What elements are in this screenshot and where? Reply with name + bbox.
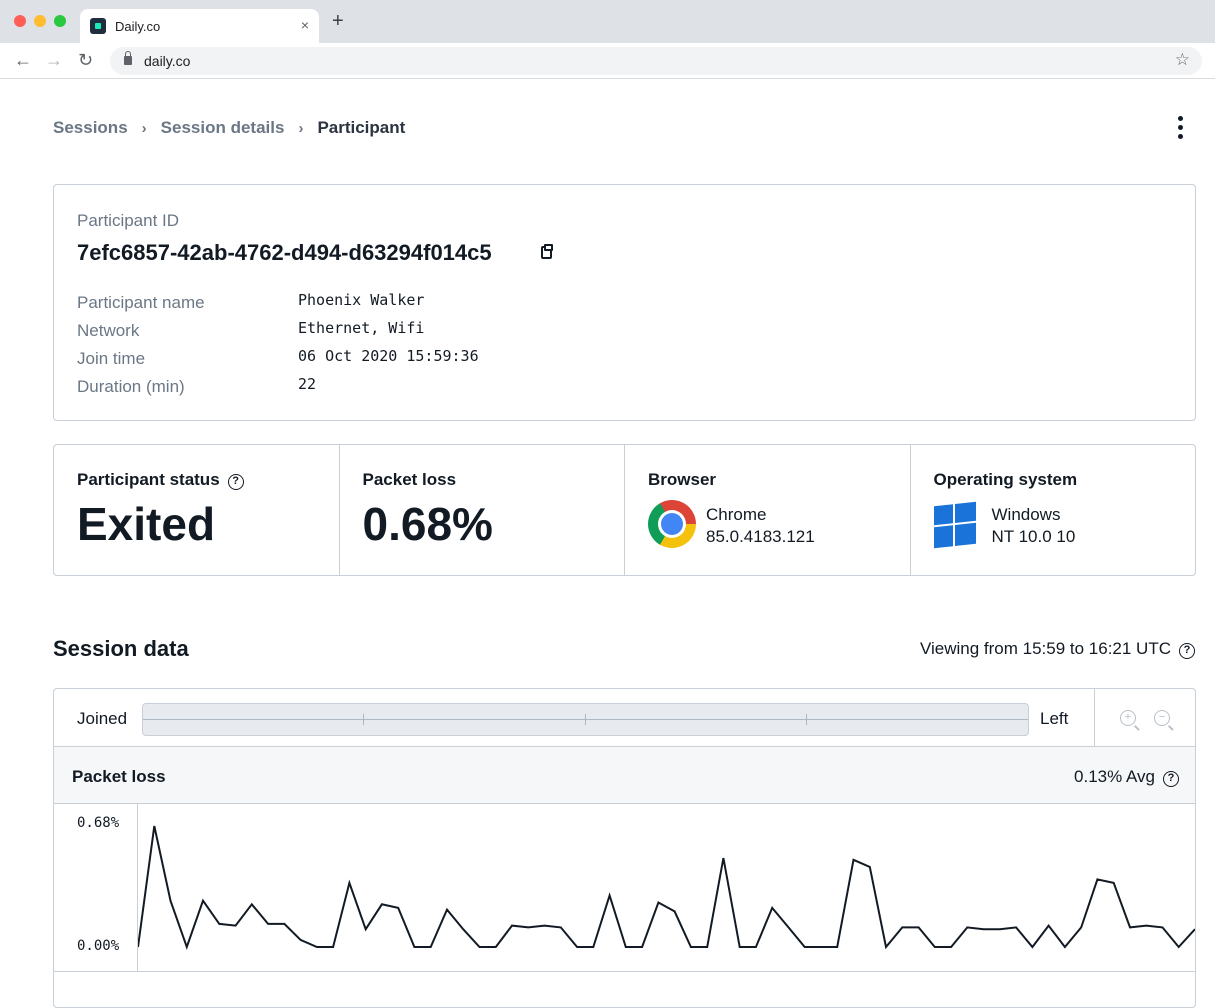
- tab-close-icon[interactable]: ×: [301, 17, 309, 33]
- session-data-title: Session data: [53, 636, 189, 661]
- reload-icon[interactable]: ↻: [78, 49, 93, 71]
- packet-loss-chart-title: Packet loss: [72, 767, 166, 786]
- browser-name: Chrome: [706, 505, 767, 524]
- tab-title: Daily.co: [115, 19, 161, 34]
- packet-loss-chart-header: Packet loss 0.13% Avg?: [54, 747, 1195, 804]
- zoom-controls: + −: [1094, 689, 1195, 747]
- lock-icon[interactable]: [124, 51, 132, 65]
- zoom-in-icon[interactable]: +: [1120, 710, 1136, 726]
- os-name: Windows: [991, 505, 1061, 524]
- packet-loss-chart-plot: [138, 825, 1195, 951]
- detail-key: Duration (min): [77, 377, 185, 396]
- detail-row: Join time 06 Oct 2020 15:59:36: [77, 347, 877, 375]
- breadcrumb-session-details-link[interactable]: Session details: [161, 118, 285, 138]
- browser-toolbar: ← → ↻ daily.co ☆: [0, 43, 1215, 79]
- participant-id-value: 7efc6857-42ab-4762-d494-d63294f014c5: [77, 240, 492, 265]
- detail-row: Participant name Phoenix Walker: [77, 291, 877, 319]
- timeline-joined-label: Joined: [77, 709, 128, 728]
- close-window-button[interactable]: [14, 15, 26, 27]
- browser-version: 85.0.4183.121: [706, 527, 815, 546]
- detail-value: Phoenix Walker: [298, 291, 425, 309]
- packet-loss-stat: Packet loss 0.68%: [340, 445, 625, 575]
- help-icon[interactable]: ?: [1163, 771, 1179, 787]
- browser-tab-bar: Daily.co × +: [0, 0, 1215, 43]
- browser-stat: Browser Chrome 85.0.4183.121: [625, 445, 911, 575]
- session-data-card: Joined Left + − Packet loss 0.13% Avg? 0…: [53, 688, 1196, 1008]
- os-stat: Operating system Windows NT 10.0 10: [911, 445, 1196, 575]
- windows-icon: [933, 500, 976, 549]
- detail-key: Join time: [77, 349, 146, 368]
- os-info: Windows NT 10.0 10: [992, 504, 1076, 548]
- detail-row: Network Ethernet, Wifi: [77, 319, 877, 347]
- browser-info: Chrome 85.0.4183.121: [706, 504, 815, 548]
- help-icon[interactable]: ?: [1179, 643, 1195, 659]
- new-tab-button[interactable]: +: [332, 11, 344, 31]
- browser-tab[interactable]: Daily.co ×: [80, 9, 319, 43]
- stat-title-text: Participant status: [77, 470, 220, 489]
- daily-favicon-icon: [90, 18, 106, 34]
- bookmark-star-icon[interactable]: ☆: [1175, 50, 1190, 70]
- zoom-out-icon[interactable]: −: [1154, 710, 1170, 726]
- maximize-window-button[interactable]: [54, 15, 66, 27]
- minimize-window-button[interactable]: [34, 15, 46, 27]
- detail-value: 06 Oct 2020 15:59:36: [298, 347, 479, 365]
- packet-loss-avg-text: 0.13% Avg: [1074, 767, 1155, 786]
- stat-title: Packet loss: [362, 470, 457, 489]
- chevron-right-icon: ›: [298, 119, 304, 137]
- breadcrumb-participant: Participant: [317, 118, 406, 137]
- participant-id-label: Participant ID: [77, 211, 180, 230]
- stat-title: Operating system: [933, 470, 1078, 489]
- breadcrumb: Sessions › Session details › Participant: [53, 118, 405, 138]
- os-version: NT 10.0 10: [991, 527, 1076, 546]
- detail-value: 22: [298, 375, 317, 393]
- y-tick-label-min: 0.00%: [77, 938, 120, 954]
- url-text[interactable]: daily.co: [144, 53, 190, 69]
- participant-status-stat: Participant status? Exited: [54, 445, 340, 575]
- packet-loss-series-line: [138, 825, 1195, 951]
- participant-details: Participant name Phoenix Walker Network …: [77, 291, 877, 403]
- back-arrow-icon[interactable]: ←: [14, 49, 32, 71]
- timeline-left-label: Left: [1040, 709, 1069, 728]
- timeline-range-slider[interactable]: [142, 703, 1029, 736]
- participant-status-value: Exited: [77, 498, 216, 550]
- packet-loss-value: 0.68%: [362, 498, 493, 550]
- forward-arrow-icon[interactable]: →: [45, 49, 63, 71]
- copy-clipboard-icon[interactable]: [541, 244, 553, 259]
- detail-value: Ethernet, Wifi: [298, 319, 425, 337]
- address-bar[interactable]: daily.co ☆: [110, 47, 1202, 75]
- detail-key: Participant name: [77, 293, 205, 312]
- detail-key: Network: [77, 321, 140, 340]
- y-tick-label-max: 0.68%: [77, 815, 120, 831]
- stat-title: Browser: [648, 470, 717, 489]
- detail-row: Duration (min) 22: [77, 375, 877, 403]
- viewing-range-text: Viewing from 15:59 to 16:21 UTC: [919, 639, 1171, 658]
- chevron-right-icon: ›: [141, 119, 147, 137]
- packet-loss-chart: 0.68% 0.00%: [54, 804, 1195, 972]
- more-options-icon[interactable]: [1173, 116, 1187, 142]
- timeline-row: Joined Left + −: [54, 689, 1195, 747]
- breadcrumb-sessions-link[interactable]: Sessions: [53, 118, 128, 138]
- stat-title: Participant status?: [77, 470, 244, 490]
- chrome-icon: [648, 500, 696, 548]
- viewing-range: Viewing from 15:59 to 16:21 UTC?: [920, 639, 1195, 659]
- packet-loss-avg: 0.13% Avg?: [1074, 767, 1179, 787]
- help-icon[interactable]: ?: [227, 474, 244, 490]
- participant-info-card: Participant ID 7efc6857-42ab-4762-d494-d…: [53, 184, 1196, 421]
- stats-card: Participant status? Exited Packet loss 0…: [53, 444, 1196, 576]
